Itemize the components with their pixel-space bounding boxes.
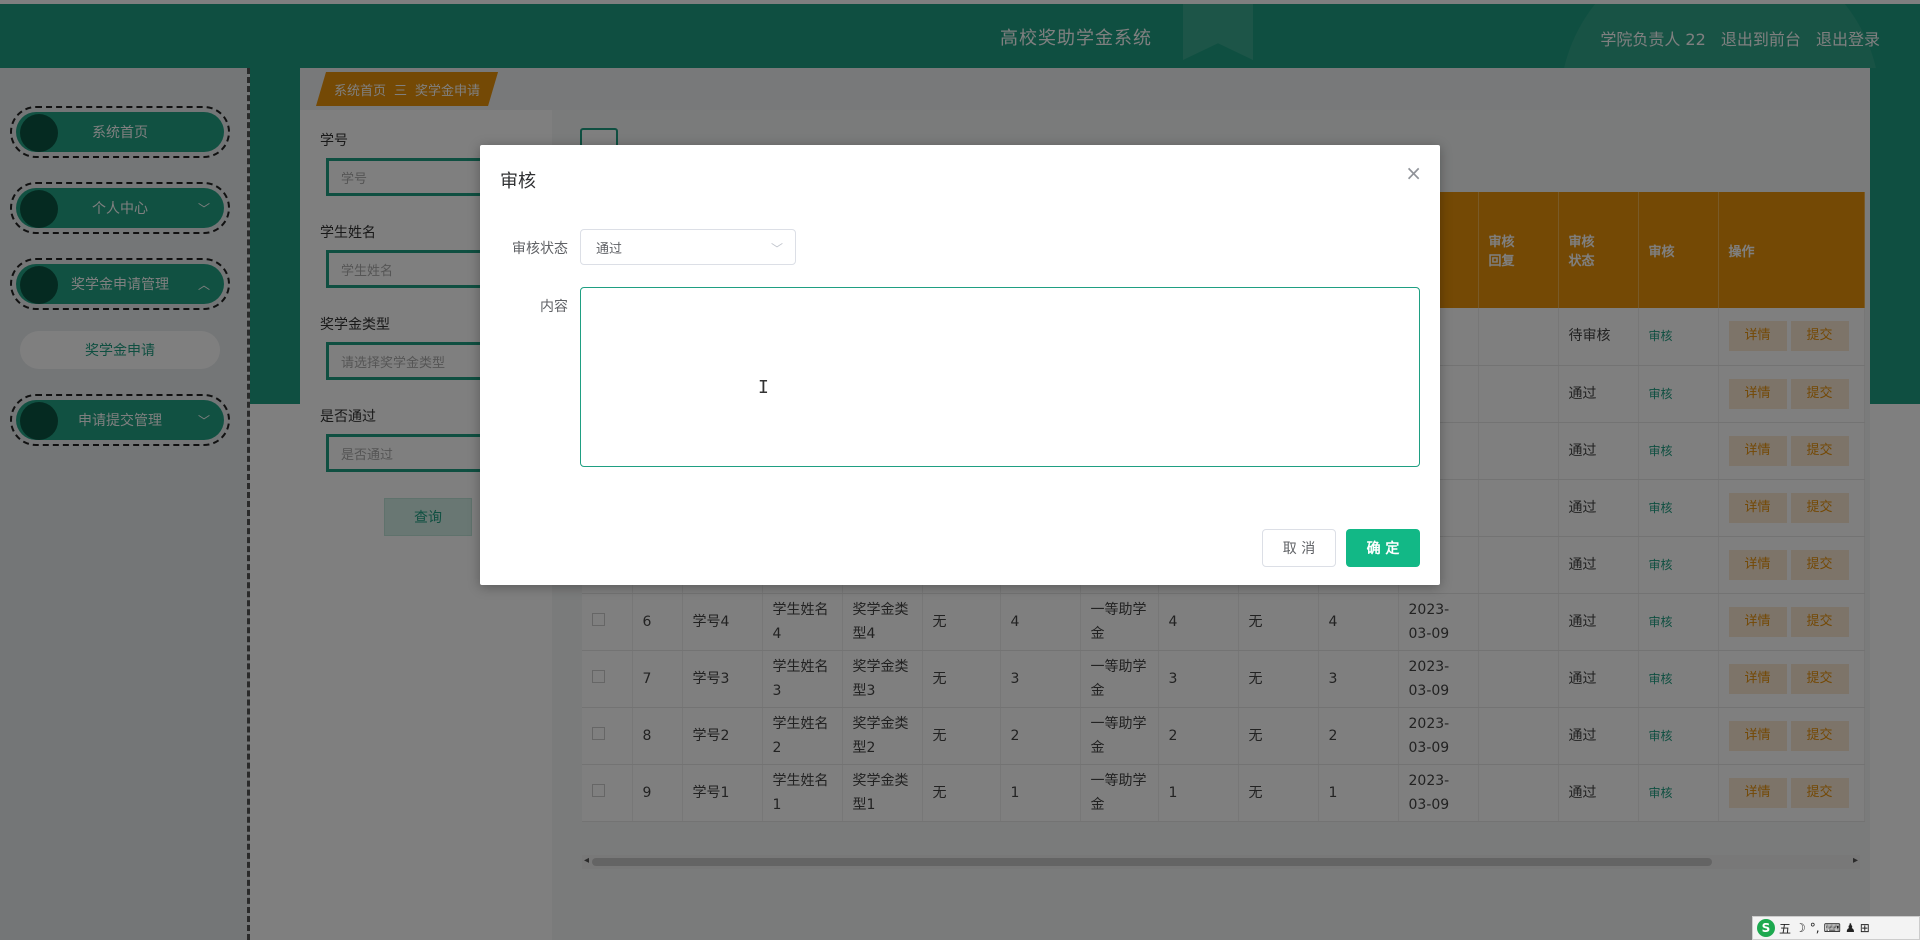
chevron-down-icon: ﹀ [770,242,783,256]
close-icon[interactable]: × [1405,161,1422,185]
user-icon[interactable]: ♟ [1845,921,1856,935]
grid-icon[interactable]: ⊞ [1860,921,1870,935]
audit-status-value: 通过 [596,241,623,257]
confirm-button[interactable]: 确 定 [1346,529,1420,567]
punctuation-icon[interactable]: °, [1810,921,1820,935]
audit-status-select[interactable]: 通过 ﹀ [580,229,796,265]
keyboard-icon[interactable]: ⌨ [1824,921,1841,935]
dialog-title: 审核 [500,171,536,192]
ime-logo-icon: S [1757,919,1775,937]
text-cursor-icon: I [758,377,769,398]
moon-icon[interactable]: ☽ [1795,921,1806,935]
ime-mode[interactable]: 五 [1779,920,1791,937]
content-label: 内容 [540,299,568,315]
ime-toolbar[interactable]: S 五 ☽ °, ⌨ ♟ ⊞ [1752,916,1920,940]
audit-status-label: 审核状态 [512,241,568,257]
audit-dialog: 审核 × 审核状态 通过 ﹀ 内容 I 取 消 确 定 [480,145,1440,585]
cancel-button[interactable]: 取 消 [1262,529,1336,567]
content-textarea[interactable] [580,287,1420,467]
